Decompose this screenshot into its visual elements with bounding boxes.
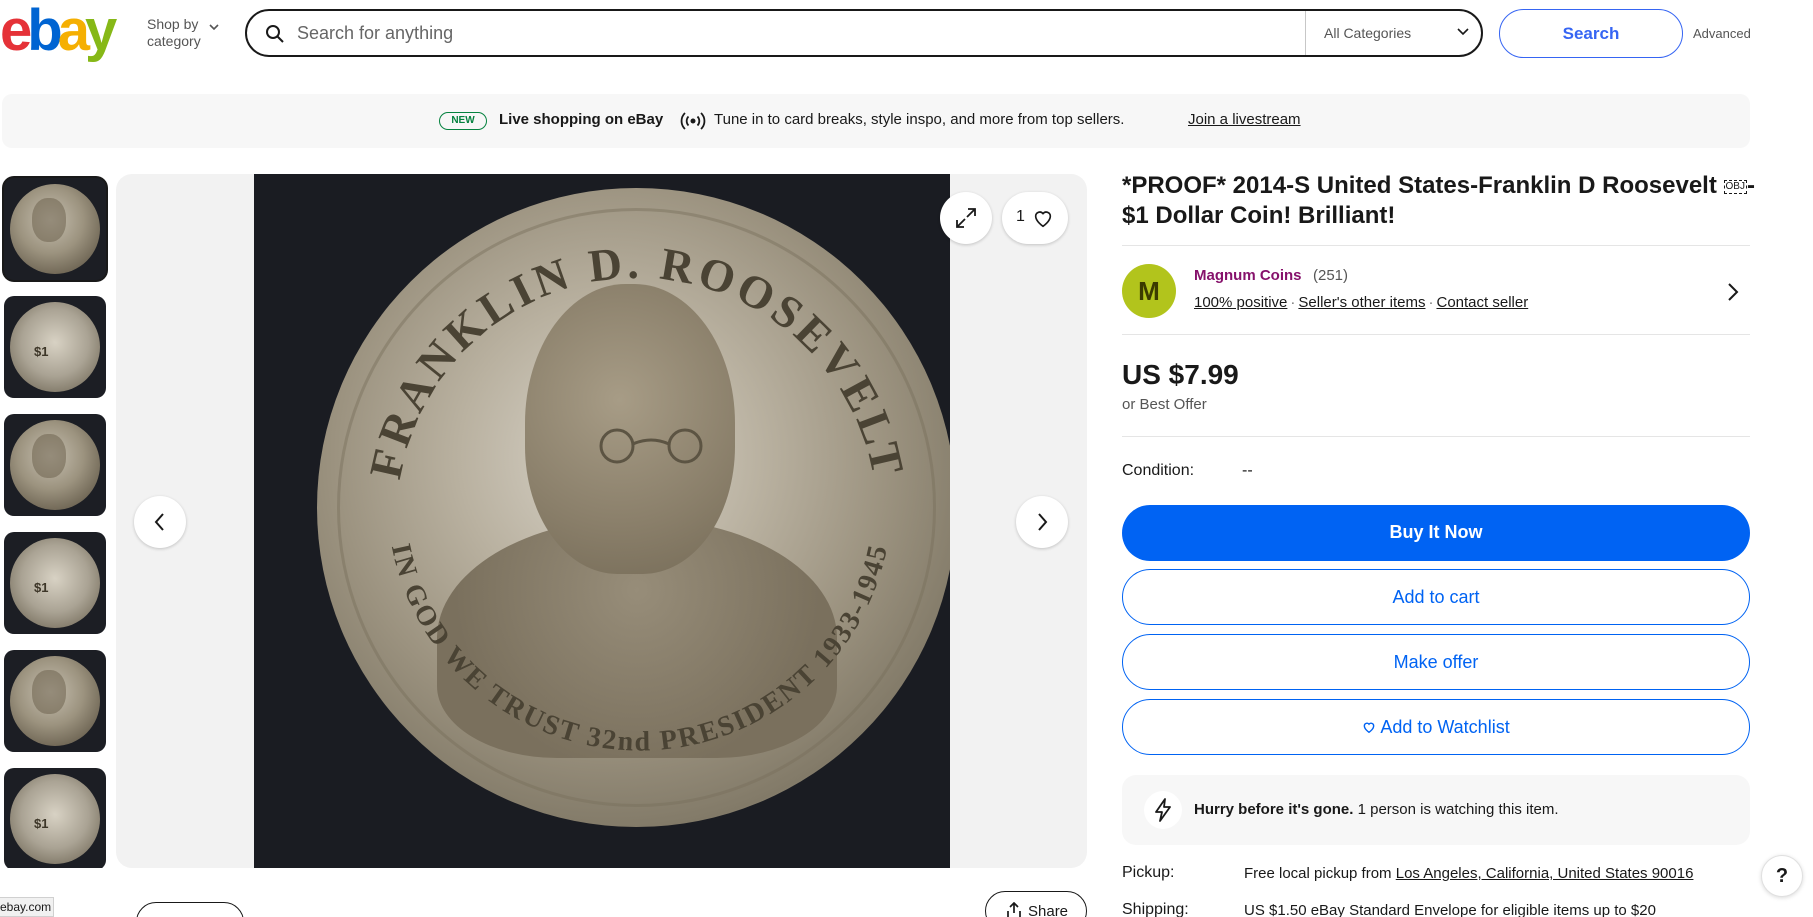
pickup-value: Free local pickup from Los Angeles, Cali… [1244,865,1694,882]
search-icon [266,25,284,43]
banner-title: Live shopping on eBay [499,111,664,128]
join-livestream-link[interactable]: Join a livestream [1188,111,1301,128]
previous-image-button[interactable] [134,496,186,548]
make-offer-button[interactable]: Make offer [1122,634,1750,690]
svg-text:FRANKLIN D. ROOSEVELT: FRANKLIN D. ROOSEVELT [359,237,914,483]
lightning-icon [1144,791,1182,829]
add-to-watchlist-button[interactable]: Add to Watchlist [1122,699,1750,755]
thumbnail-2[interactable]: $1 [4,296,106,398]
obj-placeholder-glyph: OBJ [1723,180,1747,194]
urgency-text: Hurry before it's gone. 1 person is watc… [1194,801,1559,818]
thumbnail-1[interactable] [4,178,106,280]
listing-title: *PROOF* 2014-S United States-Franklin D … [1122,172,1755,229]
divider [1122,436,1750,437]
broadcast-icon [680,112,706,130]
best-offer-text: or Best Offer [1122,396,1207,413]
thumbnail-5[interactable] [4,650,106,752]
watch-count-button[interactable]: 1 [1002,192,1068,244]
share-button[interactable]: Share [985,891,1087,917]
chevron-right-icon [1038,513,1048,531]
price: US $7.99 [1122,359,1239,390]
expand-image-button[interactable] [940,192,992,244]
live-shopping-banner: NEW Live shopping on eBay Tune in to car… [2,94,1750,148]
shipping-value: US $1.50 eBay Standard Envelope for elig… [1244,902,1656,917]
coin-photo[interactable]: FRANKLIN D. ROOSEVELT IN GOD WE TRUST 32… [254,174,950,868]
banner-text: Tune in to card breaks, style inspo, and… [714,111,1125,128]
gallery-secondary-button[interactable] [136,902,244,917]
heart-icon [1034,211,1052,228]
new-badge: NEW [439,112,487,130]
divider [1122,334,1750,335]
advanced-search-link[interactable]: Advanced [1693,26,1751,41]
pickup-label: Pickup: [1122,864,1175,881]
condition-value: -- [1242,462,1253,479]
shop-by-category-button[interactable]: Shop by category [147,16,219,50]
chevron-down-icon [209,24,219,31]
coin-top-inscription: FRANKLIN D. ROOSEVELT [359,237,910,483]
next-image-button[interactable] [1016,496,1068,548]
help-button[interactable]: ? [1761,855,1803,897]
seller-other-items-link[interactable]: Seller's other items [1298,294,1425,311]
pickup-location-link[interactable]: Los Angeles, California, United States 9… [1396,865,1694,882]
condition-label: Condition: [1122,462,1195,479]
image-gallery: FRANKLIN D. ROOSEVELT IN GOD WE TRUST 32… [116,174,1087,868]
add-to-cart-button[interactable]: Add to cart [1122,569,1750,625]
seller-feedback-count[interactable]: (251) [1313,267,1348,284]
chevron-down-icon [1457,28,1469,36]
thumbnail-strip: $1 $1 $1 [2,174,108,868]
shipping-label: Shipping: [1122,901,1189,917]
thumbnail-6[interactable]: $1 [4,768,106,868]
expand-icon [956,208,976,228]
seller-links: 100% positive · Seller's other items · Conta… [1194,294,1529,311]
buy-it-now-button[interactable]: Buy It Now [1122,505,1750,561]
search-bar: All Categories [245,9,1483,57]
coin-bottom-inscription: IN GOD WE TRUST 32nd PRESIDENT 1933-1945 [385,541,893,758]
contact-seller-link[interactable]: Contact seller [1436,294,1528,311]
header: ebay Shop by category All Categories Sea… [0,0,1813,68]
coin-image: FRANKLIN D. ROOSEVELT IN GOD WE TRUST 32… [317,188,950,827]
urgency-message: Hurry before it's gone. 1 person is watc… [1122,775,1750,845]
seller-avatar[interactable]: M [1122,264,1176,318]
heart-icon [1363,722,1375,734]
thumbnail-4[interactable]: $1 [4,532,106,634]
status-bar-url: ebay.com [0,897,54,917]
watch-count: 1 [1016,208,1025,225]
share-icon [1007,902,1021,917]
search-input[interactable] [297,21,1297,45]
chevron-left-icon [154,513,164,531]
seller-name-link[interactable]: Magnum Coins [1194,267,1302,284]
chevron-right-icon[interactable] [1727,282,1739,302]
category-select[interactable]: All Categories [1305,11,1483,55]
divider [1122,245,1750,246]
search-button[interactable]: Search [1499,9,1683,58]
svg-text:IN GOD WE TRUST 32nd PRESIDEN: IN GOD WE TRUST 32nd PRESIDENT 1933-1945 [385,541,895,758]
thumbnail-3[interactable] [4,414,106,516]
ebay-logo[interactable]: ebay [0,2,117,60]
seller-positive-link[interactable]: 100% positive [1194,294,1287,311]
